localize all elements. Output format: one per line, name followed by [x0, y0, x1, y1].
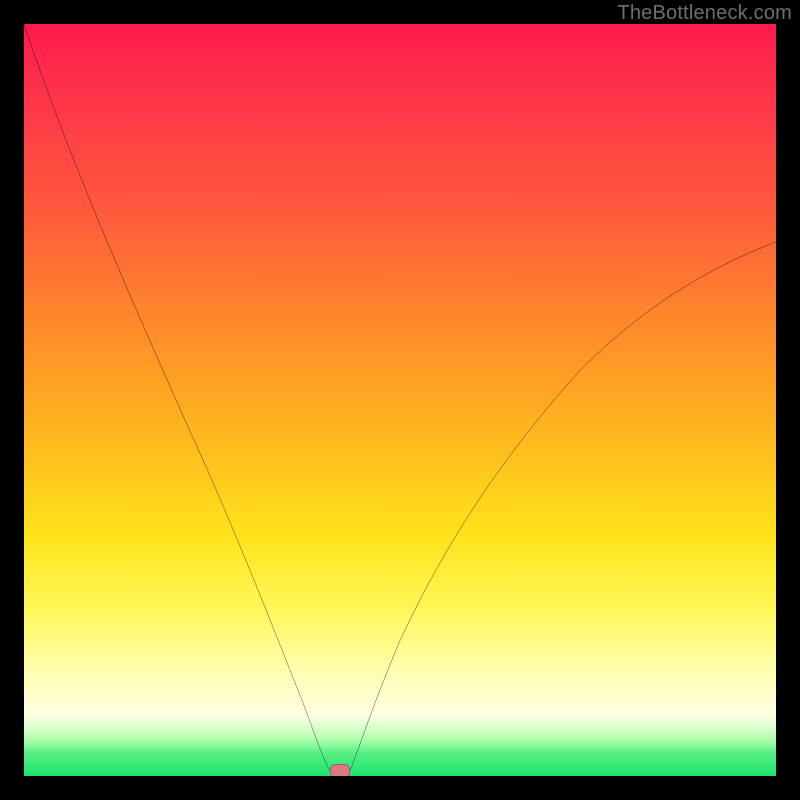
- curve-svg: [24, 24, 776, 776]
- watermark-text: TheBottleneck.com: [617, 2, 792, 25]
- curve-left-arm: [24, 24, 329, 770]
- minimum-marker: [330, 764, 350, 776]
- plot-area: [24, 24, 776, 776]
- chart-frame: TheBottleneck.com: [0, 0, 800, 800]
- curve-right-arm: [350, 242, 776, 770]
